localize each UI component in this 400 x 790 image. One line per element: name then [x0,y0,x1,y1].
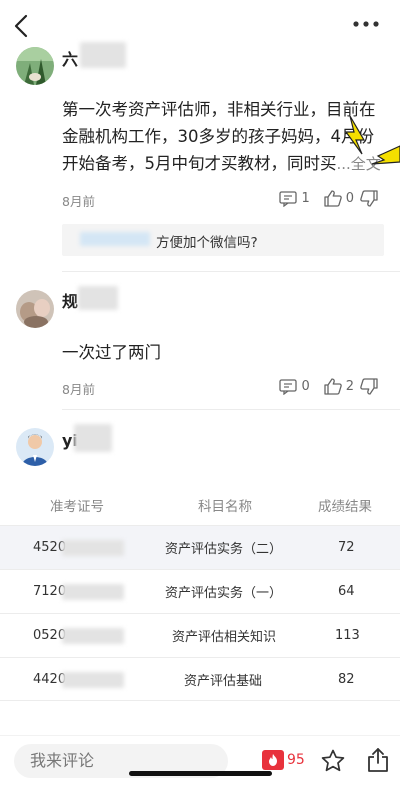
home-indicator [129,771,272,776]
divider [62,409,400,410]
hot-count-button[interactable]: 95 [262,750,305,770]
redacted-name [80,42,126,68]
comment-actions: 0 2 [279,378,378,395]
hot-count: 95 [287,752,305,768]
divider [62,271,400,272]
cell-subject: 资产评估实务（一） [165,586,283,601]
table-row: 0520 资产评估相关知识 113 [0,613,400,657]
redacted-id [62,672,124,688]
comment-time: 8月前 [62,194,95,209]
cell-score: 82 [338,671,355,687]
redacted-id [62,540,124,556]
hot-icon [262,750,284,770]
reply-text: 方便加个微信吗? [156,235,258,251]
annotation-arrows [344,115,400,165]
thumbs-down-icon[interactable] [360,378,378,395]
redacted-id [62,584,124,600]
cell-score: 64 [338,584,355,599]
more-icon[interactable] [350,14,382,34]
avatar[interactable] [16,290,54,328]
comment-actions: 1 0 [279,190,378,207]
table-row: 4520 资产评估实务（二） 72 [0,525,400,569]
thumbs-up-icon[interactable] [324,190,342,207]
reply-count: 1 [301,191,310,206]
col-header-subject: 科目名称 [198,499,252,515]
reply-preview[interactable]: 方便加个微信吗? [62,224,384,256]
cell-subject: 资产评估实务（二） [165,542,283,557]
star-icon[interactable] [320,748,346,778]
comment-icon[interactable] [279,378,298,395]
table-row: 4420 资产评估基础 82 [0,657,400,701]
comment-body: 第一次考资产评估师，非相关行业，目前在 金融机构工作，30多岁的孩子妈妈，4月份… [62,100,381,173]
thumbs-up-icon[interactable] [324,378,342,395]
col-header-id: 准考证号 [50,499,104,515]
like-count: 2 [345,379,354,394]
redacted-id [62,628,124,644]
cell-subject: 资产评估相关知识 [172,630,277,645]
comment-icon[interactable] [279,190,298,207]
back-icon[interactable] [8,12,36,40]
avatar[interactable] [16,47,54,85]
share-icon[interactable] [366,747,390,777]
comment-time: 8月前 [62,382,95,397]
table-header: 准考证号 科目名称 成绩结果 [0,485,400,525]
comment-body: 一次过了两门 [62,343,161,362]
cell-subject: 资产评估基础 [184,673,263,689]
commenter-name[interactable]: 规 [62,288,78,312]
redacted-reply-name [80,232,150,246]
table-row: 7120 资产评估实务（一） 64 [0,569,400,613]
like-count: 0 [345,191,354,206]
redacted-name [74,424,112,452]
commenter-name[interactable]: 六 [62,46,78,70]
redacted-name [78,286,118,310]
col-header-score: 成绩结果 [318,499,372,515]
top-bar [0,0,400,50]
reply-count: 0 [301,379,310,394]
avatar[interactable] [16,428,54,466]
bottom-bar: 我来评论 95 [0,735,400,790]
score-table: 准考证号 科目名称 成绩结果 4520 资产评估实务（二） 72 7120 资产… [0,485,400,701]
cell-score: 113 [335,628,360,643]
thumbs-down-icon[interactable] [360,190,378,207]
cell-score: 72 [338,540,355,555]
